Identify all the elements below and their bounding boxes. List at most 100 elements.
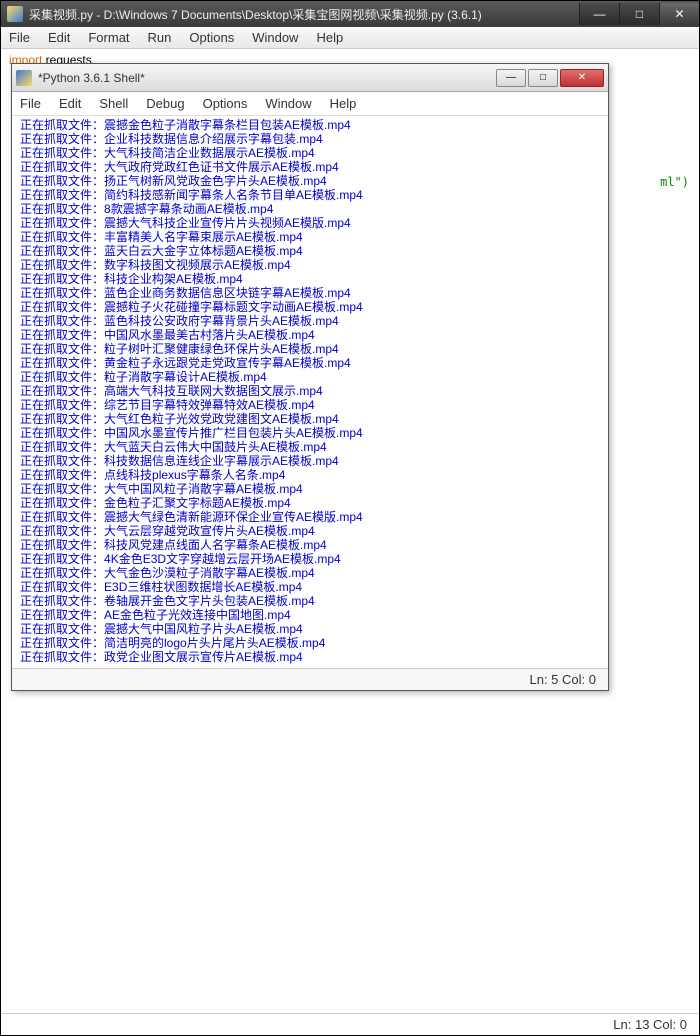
editor-partial-text: ml") <box>660 175 689 189</box>
output-filename: 大气政府党政红色证书文件展示AE模板.mp4 <box>104 160 339 174</box>
output-line: 正在抓取文件：高端大气科技互联网大数据图文展示.mp4 <box>20 384 600 398</box>
output-filename: 震撼大气科技企业宣传片片头视频AE模版.mp4 <box>104 216 351 230</box>
output-filename: 黄金粒子永远跟党走党政宣传字幕AE模板.mp4 <box>104 356 351 370</box>
output-prefix: 正在抓取文件： <box>20 132 104 146</box>
output-filename: 科技数据信息连线企业字幕展示AE模板.mp4 <box>104 454 339 468</box>
output-line: 正在抓取文件：科技风党建点线面人名字幕条AE模板.mp4 <box>20 538 600 552</box>
output-line: 正在抓取文件：大气政府党政红色证书文件展示AE模板.mp4 <box>20 160 600 174</box>
output-prefix: 正在抓取文件： <box>20 524 104 538</box>
output-prefix: 正在抓取文件： <box>20 538 104 552</box>
shell-titlebar[interactable]: *Python 3.6.1 Shell* — □ ✕ <box>12 64 608 92</box>
output-prefix: 正在抓取文件： <box>20 398 104 412</box>
output-line: 正在抓取文件：大气中国风粒子消散字幕AE模板.mp4 <box>20 482 600 496</box>
shell-cursor-position: Ln: 5 Col: 0 <box>530 672 597 687</box>
output-line: 正在抓取文件：卷轴展开金色文字片头包装AE模板.mp4 <box>20 594 600 608</box>
output-prefix: 正在抓取文件： <box>20 636 104 650</box>
output-prefix: 正在抓取文件： <box>20 496 104 510</box>
output-filename: 金色粒子汇聚文字标题AE模板.mp4 <box>104 496 291 510</box>
menu-window[interactable]: Window <box>252 30 298 45</box>
close-button[interactable]: ✕ <box>659 3 699 25</box>
output-line: 正在抓取文件：丰富精美人名字幕束展示AE模板.mp4 <box>20 230 600 244</box>
output-line: 正在抓取文件：综艺节目字幕特效弹幕特效AE模板.mp4 <box>20 398 600 412</box>
editor-menubar: File Edit Format Run Options Window Help <box>1 27 699 49</box>
output-prefix: 正在抓取文件： <box>20 650 104 664</box>
output-line: 正在抓取文件：震撼大气绿色清新能源环保企业宣传AE模版.mp4 <box>20 510 600 524</box>
output-filename: 震撼金色粒子消散字幕条栏目包装AE模板.mp4 <box>104 118 351 132</box>
menu-format[interactable]: Format <box>88 30 129 45</box>
output-filename: 8款震撼字幕条动画AE模板.mp4 <box>104 202 273 216</box>
output-line: 正在抓取文件：大气蓝天白云伟大中国鼓片头AE模板.mp4 <box>20 440 600 454</box>
output-line: 正在抓取文件：点线科技plexus字幕条人名条.mp4 <box>20 468 600 482</box>
output-filename: E3D三维柱状图数据增长AE模板.mp4 <box>104 580 302 594</box>
output-prefix: 正在抓取文件： <box>20 468 104 482</box>
shell-output-area[interactable]: 正在抓取文件：震撼金色粒子消散字幕条栏目包装AE模板.mp4正在抓取文件：企业科… <box>12 116 608 668</box>
output-prefix: 正在抓取文件： <box>20 216 104 230</box>
output-filename: 扬正气树新风党政金色字片头AE模板.mp4 <box>104 174 327 188</box>
output-prefix: 正在抓取文件： <box>20 328 104 342</box>
shell-menubar: File Edit Shell Debug Options Window Help <box>12 92 608 116</box>
menu-options[interactable]: Options <box>189 30 234 45</box>
output-filename: 中国风水墨最美古村落片头AE模板.mp4 <box>104 328 315 342</box>
output-line: 正在抓取文件：E3D三维柱状图数据增长AE模板.mp4 <box>20 580 600 594</box>
output-prefix: 正在抓取文件： <box>20 370 104 384</box>
shell-menu-shell[interactable]: Shell <box>99 96 128 111</box>
editor-title: 采集视频.py - D:\Windows 7 Documents\Desktop… <box>29 6 579 23</box>
menu-run[interactable]: Run <box>148 30 172 45</box>
output-line: 正在抓取文件：黄金粒子永远跟党走党政宣传字幕AE模板.mp4 <box>20 356 600 370</box>
output-filename: 大气云层穿越党政宣传片头AE模板.mp4 <box>104 524 315 538</box>
menu-edit[interactable]: Edit <box>48 30 70 45</box>
output-filename: 数字科技图文视频展示AE模板.mp4 <box>104 258 291 272</box>
output-filename: 4K金色E3D文字穿越增云层开场AE模板.mp4 <box>104 552 341 566</box>
output-prefix: 正在抓取文件： <box>20 608 104 622</box>
output-line: 正在抓取文件：蓝色企业商务数据信息区块链字幕AE模板.mp4 <box>20 286 600 300</box>
shell-menu-window[interactable]: Window <box>265 96 311 111</box>
output-filename: 点线科技plexus字幕条人名条.mp4 <box>104 468 285 482</box>
output-prefix: 正在抓取文件： <box>20 230 104 244</box>
menu-file[interactable]: File <box>9 30 30 45</box>
maximize-button[interactable]: □ <box>619 3 659 25</box>
output-filename: 简洁明亮的logo片头片尾片头AE模板.mp4 <box>104 636 325 650</box>
output-filename: 粒子树叶汇聚健康绿色环保片头AE模板.mp4 <box>104 342 339 356</box>
output-filename: 科技企业构架AE模板.mp4 <box>104 272 243 286</box>
output-filename: 大气蓝天白云伟大中国鼓片头AE模板.mp4 <box>104 440 327 454</box>
shell-menu-edit[interactable]: Edit <box>59 96 81 111</box>
menu-help[interactable]: Help <box>316 30 343 45</box>
shell-title: *Python 3.6.1 Shell* <box>38 71 496 85</box>
output-line: 正在抓取文件：大气云层穿越党政宣传片头AE模板.mp4 <box>20 524 600 538</box>
output-line: 正在抓取文件：大气红色粒子光效党政党建图文AE模板.mp4 <box>20 412 600 426</box>
output-filename: 蓝色科技公安政府字幕背景片头AE模板.mp4 <box>104 314 339 328</box>
output-line: 正在抓取文件：4K金色E3D文字穿越增云层开场AE模板.mp4 <box>20 552 600 566</box>
output-filename: 大气金色沙漠粒子消散字幕AE模板.mp4 <box>104 566 315 580</box>
window-buttons: — □ ✕ <box>579 3 699 25</box>
output-filename: 企业科技数据信息介绍展示字幕包装.mp4 <box>104 132 323 146</box>
output-line: 正在抓取文件：大气金色沙漠粒子消散字幕AE模板.mp4 <box>20 566 600 580</box>
output-line: 正在抓取文件：科技数据信息连线企业字幕展示AE模板.mp4 <box>20 454 600 468</box>
output-prefix: 正在抓取文件： <box>20 146 104 160</box>
shell-menu-file[interactable]: File <box>20 96 41 111</box>
output-prefix: 正在抓取文件： <box>20 426 104 440</box>
output-filename: 蓝色企业商务数据信息区块链字幕AE模板.mp4 <box>104 286 351 300</box>
output-filename: 综艺节目字幕特效弹幕特效AE模板.mp4 <box>104 398 315 412</box>
output-prefix: 正在抓取文件： <box>20 622 104 636</box>
shell-maximize-button[interactable]: □ <box>528 69 558 87</box>
output-filename: 大气科技简洁企业数据展示AE模板.mp4 <box>104 146 315 160</box>
shell-minimize-button[interactable]: — <box>496 69 526 87</box>
editor-titlebar[interactable]: 采集视频.py - D:\Windows 7 Documents\Desktop… <box>1 1 699 27</box>
output-prefix: 正在抓取文件： <box>20 174 104 188</box>
output-prefix: 正在抓取文件： <box>20 202 104 216</box>
output-prefix: 正在抓取文件： <box>20 188 104 202</box>
shell-menu-help[interactable]: Help <box>330 96 357 111</box>
shell-menu-options[interactable]: Options <box>203 96 248 111</box>
output-line: 正在抓取文件：AE金色粒子光效连接中国地图.mp4 <box>20 608 600 622</box>
output-filename: 高端大气科技互联网大数据图文展示.mp4 <box>104 384 323 398</box>
output-prefix: 正在抓取文件： <box>20 566 104 580</box>
shell-close-button[interactable]: ✕ <box>560 69 604 87</box>
output-prefix: 正在抓取文件： <box>20 300 104 314</box>
output-prefix: 正在抓取文件： <box>20 440 104 454</box>
output-line: 正在抓取文件：企业科技数据信息介绍展示字幕包装.mp4 <box>20 132 600 146</box>
minimize-button[interactable]: — <box>579 3 619 25</box>
shell-menu-debug[interactable]: Debug <box>146 96 184 111</box>
shell-window: *Python 3.6.1 Shell* — □ ✕ File Edit Shell… <box>11 63 609 691</box>
output-prefix: 正在抓取文件： <box>20 160 104 174</box>
editor-statusbar: Ln: 13 Col: 0 <box>1 1013 699 1035</box>
